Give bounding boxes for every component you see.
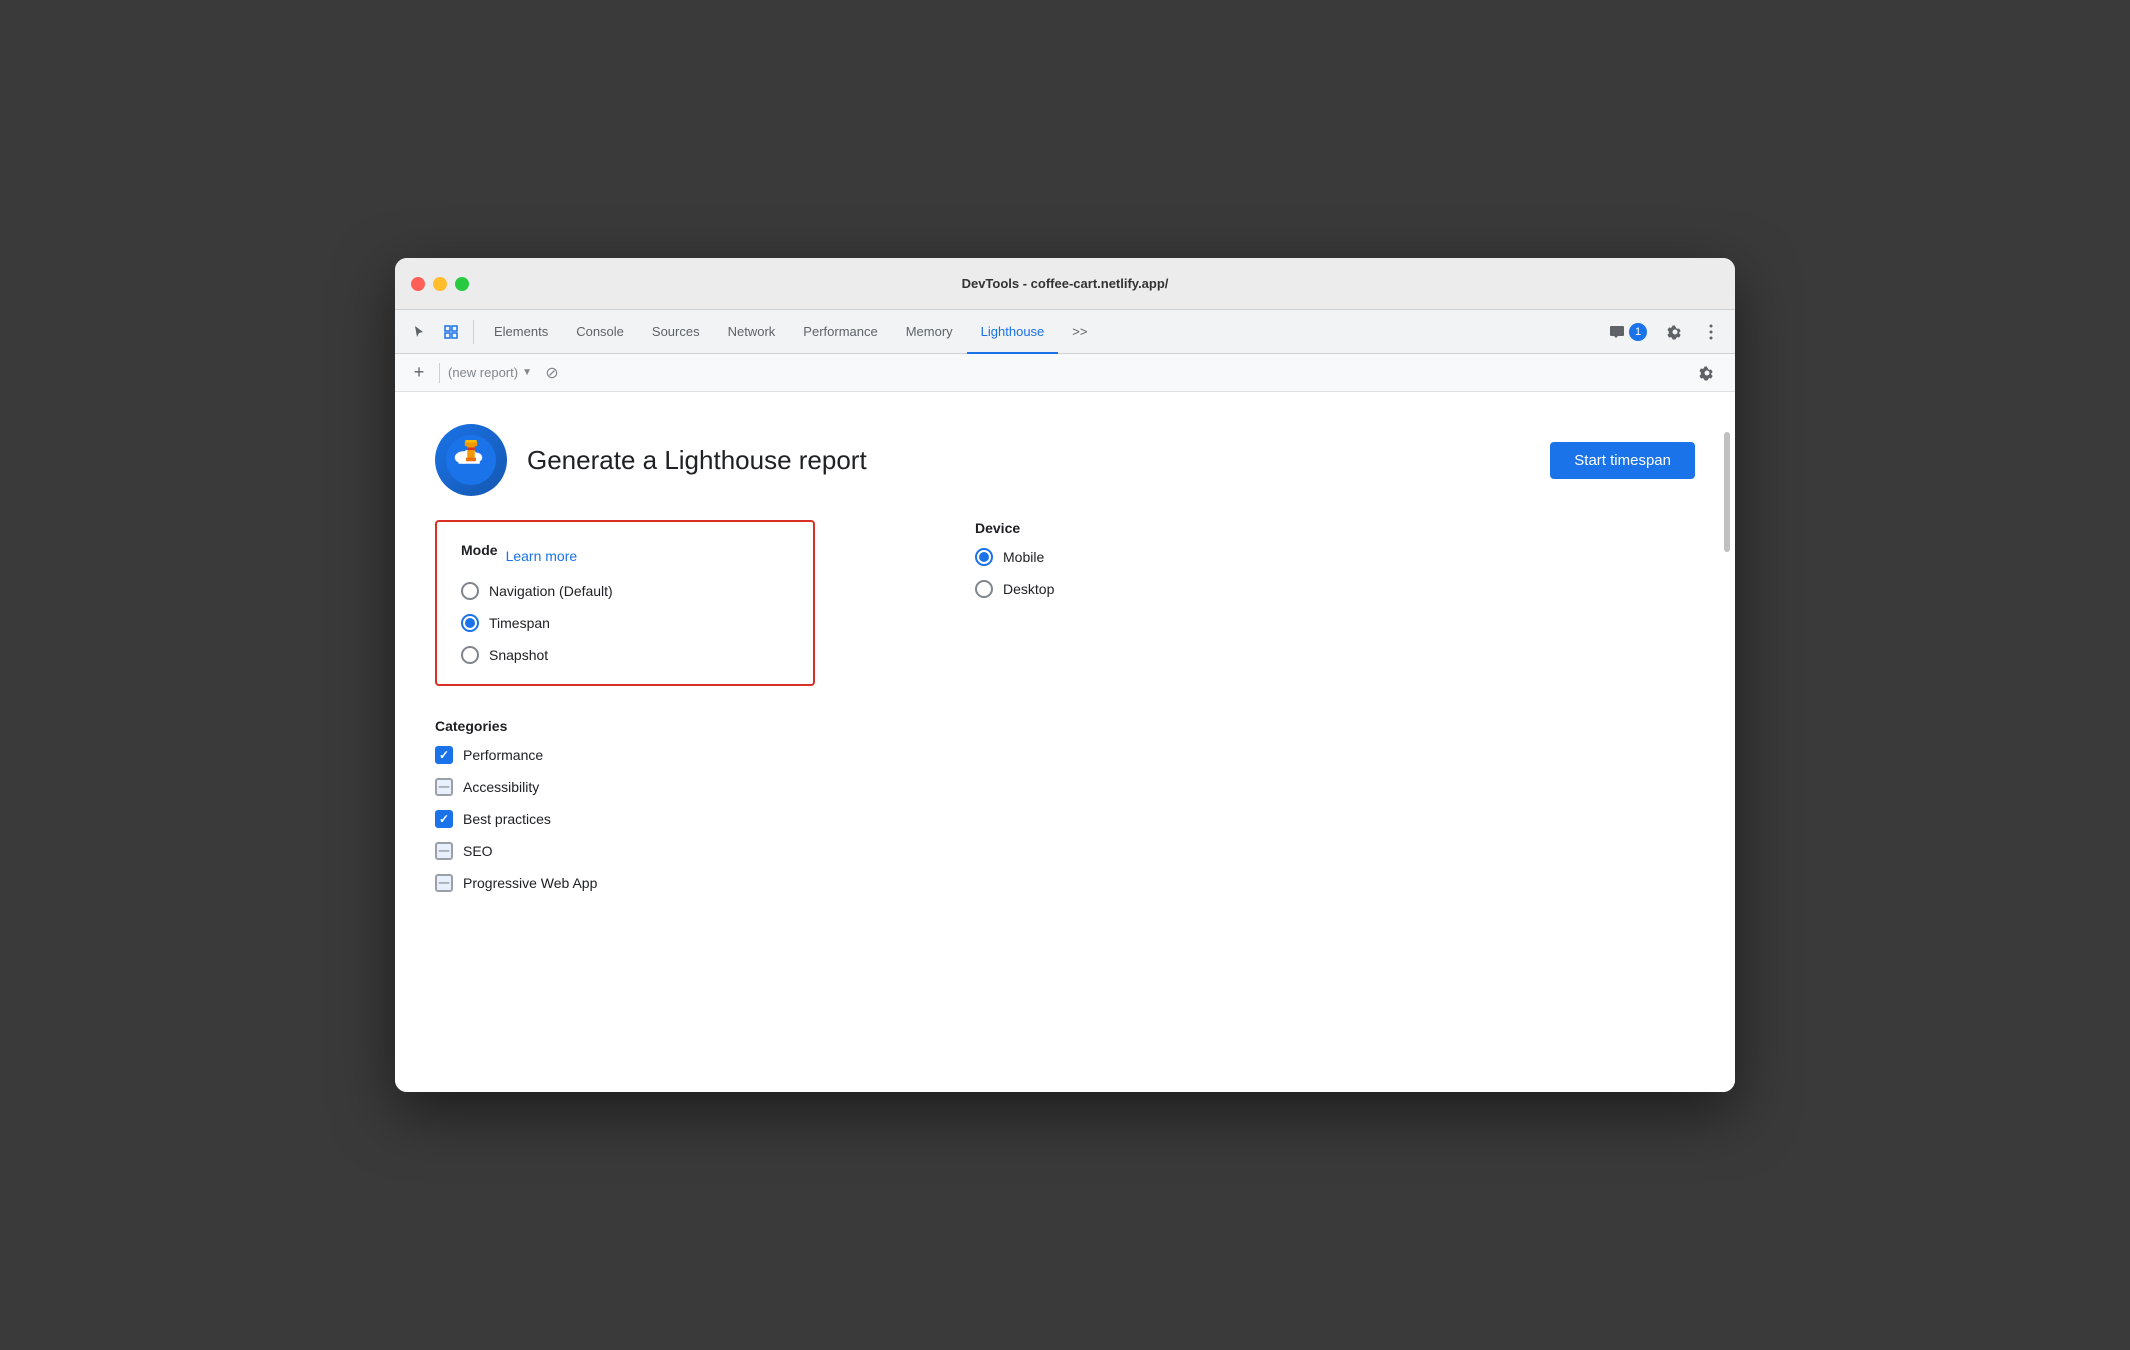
category-pwa[interactable]: Progressive Web App xyxy=(435,874,1695,892)
device-mobile-option[interactable]: Mobile xyxy=(975,548,1054,566)
best-practices-checkbox[interactable] xyxy=(435,810,453,828)
category-seo[interactable]: SEO xyxy=(435,842,1695,860)
category-accessibility[interactable]: Accessibility xyxy=(435,778,1695,796)
window-title: DevTools - coffee-cart.netlify.app/ xyxy=(962,276,1169,291)
categories-section: Categories Performance Accessibility Bes… xyxy=(435,718,1695,892)
title-bar: DevTools - coffee-cart.netlify.app/ xyxy=(395,258,1735,310)
add-report-button[interactable]: + xyxy=(407,361,431,385)
seo-checkbox[interactable] xyxy=(435,842,453,860)
mode-radio-group: Navigation (Default) Timespan Snapshot xyxy=(461,582,789,664)
mobile-radio[interactable] xyxy=(975,548,993,566)
mode-section: Mode Learn more Navigation (Default) Tim… xyxy=(435,520,815,686)
badge-count: 1 xyxy=(1629,323,1647,341)
learn-more-link[interactable]: Learn more xyxy=(506,548,578,564)
tab-memory[interactable]: Memory xyxy=(892,310,967,354)
page-title: Generate a Lighthouse report xyxy=(527,445,867,476)
mode-title: Mode xyxy=(461,542,498,558)
cancel-icon[interactable]: ⊘ xyxy=(540,361,564,385)
tab-sources[interactable]: Sources xyxy=(638,310,714,354)
snapshot-radio[interactable] xyxy=(461,646,479,664)
tab-divider xyxy=(473,320,474,344)
start-timespan-button[interactable]: Start timespan xyxy=(1550,442,1695,479)
chevron-down-icon: ▼ xyxy=(522,367,532,378)
toolbar-settings-icon[interactable] xyxy=(1691,357,1723,389)
mode-navigation-option[interactable]: Navigation (Default) xyxy=(461,582,789,600)
devtools-window: DevTools - coffee-cart.netlify.app/ Elem… xyxy=(395,258,1735,1092)
devtools-tabs: Elements Console Sources Network Perform… xyxy=(395,310,1735,354)
toolbar-right xyxy=(1691,357,1723,389)
lighthouse-header: Generate a Lighthouse report Start times… xyxy=(435,424,1695,496)
lighthouse-toolbar: + (new report) ▼ ⊘ xyxy=(395,354,1735,392)
mode-timespan-option[interactable]: Timespan xyxy=(461,614,789,632)
inspect-icon[interactable] xyxy=(435,316,467,348)
mode-snapshot-option[interactable]: Snapshot xyxy=(461,646,789,664)
device-title: Device xyxy=(975,520,1054,536)
header-left: Generate a Lighthouse report xyxy=(435,424,867,496)
performance-checkbox[interactable] xyxy=(435,746,453,764)
tabs-right-actions: 1 xyxy=(1601,316,1727,348)
main-content: Generate a Lighthouse report Start times… xyxy=(395,392,1735,1092)
maximize-button[interactable] xyxy=(455,277,469,291)
lighthouse-logo xyxy=(435,424,507,496)
report-selector[interactable]: (new report) ▼ xyxy=(448,365,532,380)
accessibility-checkbox[interactable] xyxy=(435,778,453,796)
traffic-lights xyxy=(411,277,469,291)
toolbar-divider xyxy=(439,363,440,383)
device-desktop-option[interactable]: Desktop xyxy=(975,580,1054,598)
report-name: (new report) xyxy=(448,365,518,380)
device-section: Device Mobile Desktop xyxy=(975,520,1054,686)
lighthouse-logo-svg xyxy=(446,435,496,485)
navigation-radio[interactable] xyxy=(461,582,479,600)
settings-icon[interactable] xyxy=(1659,316,1691,348)
options-row: Mode Learn more Navigation (Default) Tim… xyxy=(435,520,1695,686)
category-best-practices[interactable]: Best practices xyxy=(435,810,1695,828)
minimize-button[interactable] xyxy=(433,277,447,291)
desktop-radio[interactable] xyxy=(975,580,993,598)
scrollbar-thumb[interactable] xyxy=(1724,432,1730,552)
scrollbar[interactable] xyxy=(1723,392,1731,1092)
tab-elements[interactable]: Elements xyxy=(480,310,562,354)
timespan-radio[interactable] xyxy=(461,614,479,632)
tab-performance[interactable]: Performance xyxy=(789,310,891,354)
mode-title-row: Mode Learn more xyxy=(461,542,789,570)
more-options-icon[interactable] xyxy=(1695,316,1727,348)
categories-checkbox-group: Performance Accessibility Best practices… xyxy=(435,746,1695,892)
tab-network[interactable]: Network xyxy=(714,310,790,354)
device-radio-group: Mobile Desktop xyxy=(975,548,1054,598)
tab-console[interactable]: Console xyxy=(562,310,638,354)
pwa-checkbox[interactable] xyxy=(435,874,453,892)
category-performance[interactable]: Performance xyxy=(435,746,1695,764)
tab-more[interactable]: >> xyxy=(1058,310,1101,354)
cursor-icon[interactable] xyxy=(403,316,435,348)
tab-lighthouse[interactable]: Lighthouse xyxy=(967,310,1059,354)
categories-title: Categories xyxy=(435,718,1695,734)
chat-badge-button[interactable]: 1 xyxy=(1601,319,1655,345)
close-button[interactable] xyxy=(411,277,425,291)
